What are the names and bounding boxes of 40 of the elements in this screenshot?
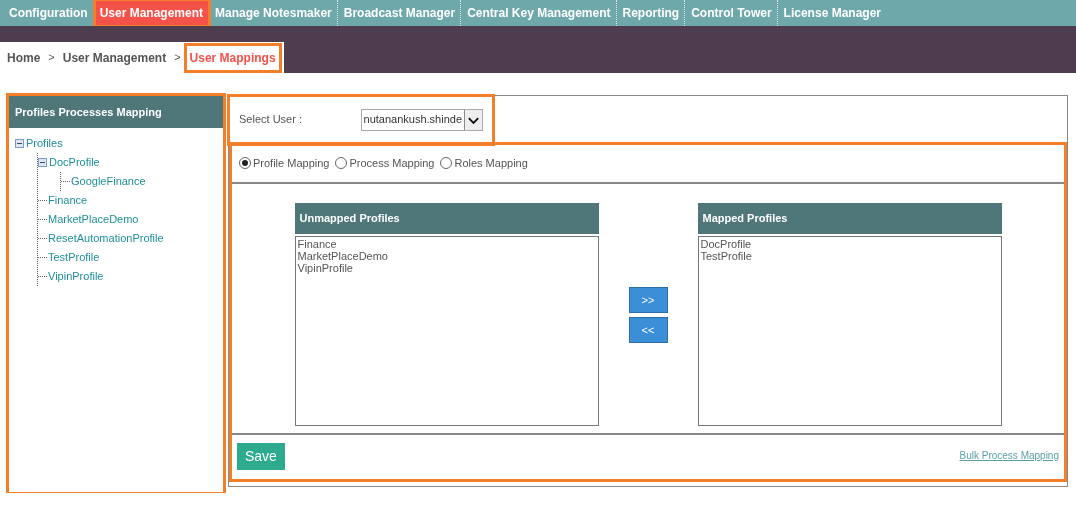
radio-label[interactable]: Process Mapping bbox=[349, 154, 435, 172]
panel-title: Profiles Processes Mapping bbox=[9, 96, 223, 128]
breadcrumb-link[interactable]: Home bbox=[4, 48, 44, 67]
list-option[interactable]: TestProfile bbox=[700, 250, 999, 262]
unmapped-list[interactable]: Finance MarketPlaceDemo VipinProfile bbox=[294, 236, 599, 426]
nav-tab[interactable]: License Manager bbox=[778, 0, 886, 26]
list-option[interactable]: Finance bbox=[297, 238, 596, 250]
tree-item[interactable]: GoogleFinance bbox=[71, 173, 146, 190]
user-dropdown[interactable]: nutanankush.shinde bbox=[360, 108, 483, 131]
breadcrumb-separator: > bbox=[173, 50, 182, 66]
collapse-icon[interactable] bbox=[38, 158, 47, 167]
list-header: Unmapped Profiles bbox=[294, 203, 599, 234]
move-button[interactable]: << bbox=[628, 317, 668, 343]
select-user-label: Select User : bbox=[239, 112, 303, 128]
list-header: Mapped Profiles bbox=[697, 203, 1002, 234]
list-option[interactable]: VipinProfile bbox=[297, 262, 596, 274]
chevron-down-icon bbox=[464, 109, 482, 130]
radio-label[interactable]: Profile Mapping bbox=[253, 154, 330, 172]
tree-item[interactable]: TestProfile bbox=[48, 249, 100, 266]
collapse-icon[interactable] bbox=[15, 139, 24, 148]
tree-item[interactable]: DocProfile bbox=[49, 154, 100, 171]
breadcrumb-link[interactable]: User Mappings bbox=[185, 44, 280, 71]
breadcrumb-separator: > bbox=[47, 50, 56, 66]
breadcrumb-link[interactable]: User Management bbox=[59, 48, 170, 67]
list-option[interactable]: DocProfile bbox=[700, 238, 999, 250]
nav-tab[interactable]: User Management bbox=[94, 0, 210, 26]
move-button[interactable]: >> bbox=[628, 287, 668, 313]
tree-item[interactable]: VipinProfile bbox=[48, 268, 104, 285]
list-option[interactable]: MarketPlaceDemo bbox=[297, 250, 596, 262]
radio-button[interactable] bbox=[440, 157, 453, 169]
radio-label[interactable]: Roles Mapping bbox=[454, 154, 528, 172]
save-button[interactable]: Save bbox=[237, 443, 285, 470]
tree-item[interactable]: MarketPlaceDemo bbox=[48, 211, 139, 228]
radio-button[interactable] bbox=[239, 157, 251, 169]
tree-item[interactable]: Finance bbox=[48, 192, 88, 209]
tree-item[interactable]: Profiles bbox=[26, 135, 63, 152]
radio-button[interactable] bbox=[335, 157, 348, 169]
bulk-mapping-link[interactable]: Bulk Process Mapping bbox=[959, 443, 1059, 480]
tree-item[interactable]: ResetAutomationProfile bbox=[48, 230, 164, 247]
mapped-list[interactable]: DocProfile TestProfile bbox=[697, 236, 1002, 426]
